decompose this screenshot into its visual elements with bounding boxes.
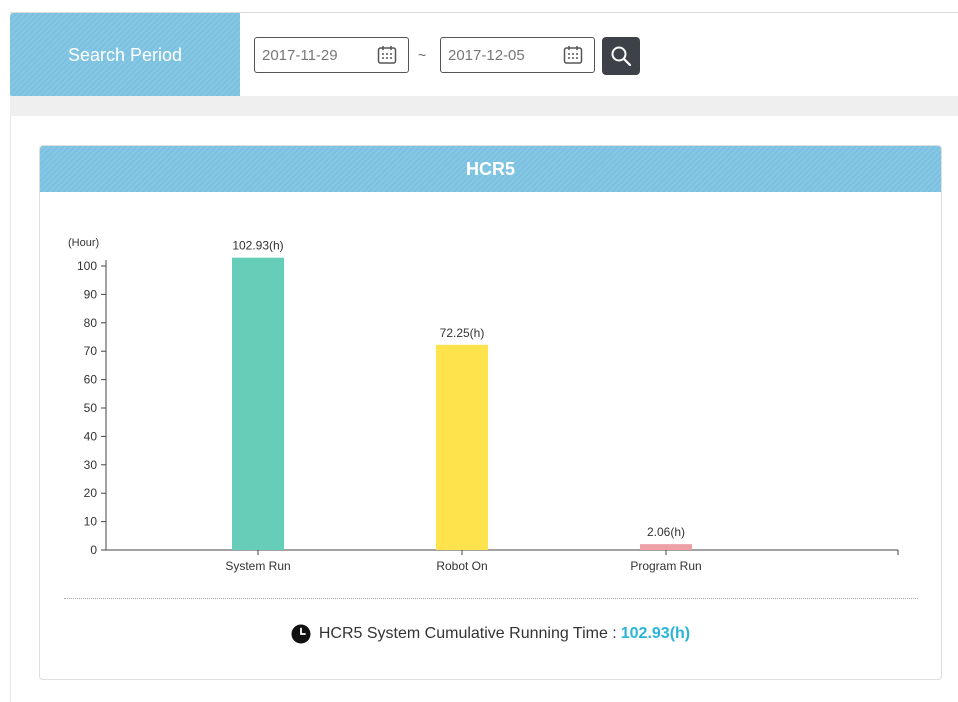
calendar-icon[interactable]: [377, 45, 397, 65]
data-label: 102.93(h): [232, 239, 283, 253]
search-icon: [611, 46, 632, 67]
start-date-input[interactable]: 2017-11-29: [254, 37, 409, 73]
y-tick-label: 100: [77, 259, 97, 273]
cumulative-time-summary: HCR5 System Cumulative Running Time : 10…: [40, 624, 941, 644]
data-label: 2.06(h): [647, 525, 685, 539]
end-date-value: 2017-12-05: [448, 46, 525, 64]
clock-icon: [291, 624, 311, 644]
y-tick-label: 40: [84, 429, 98, 443]
calendar-icon[interactable]: [563, 45, 583, 65]
bar-program-run: [640, 544, 692, 550]
y-tick-label: 80: [84, 316, 98, 330]
y-axis-label: (Hour): [68, 237, 99, 249]
x-tick-label: Robot On: [436, 559, 487, 573]
y-tick-label: 70: [84, 344, 98, 358]
search-button[interactable]: [602, 37, 640, 75]
x-tick-label: System Run: [225, 559, 290, 573]
y-tick-label: 10: [84, 515, 98, 529]
y-tick-label: 50: [84, 401, 98, 415]
y-tick-label: 90: [84, 287, 98, 301]
bar-robot-on: [436, 344, 488, 550]
cumulative-time-value: 102.93(h): [620, 625, 691, 642]
start-date-value: 2017-11-29: [262, 46, 338, 64]
bar-system-run: [232, 257, 284, 550]
y-tick-label: 20: [84, 486, 98, 500]
search-bar: Search Period 2017-11-29 ~ 2017-12-05: [10, 12, 958, 97]
y-tick-label: 0: [90, 543, 97, 557]
search-period-label: Search Period: [10, 13, 240, 97]
cumulative-time-label: HCR5 System Cumulative Running Time :: [318, 625, 617, 642]
y-tick-label: 30: [84, 458, 98, 472]
data-label: 72.25(h): [440, 326, 485, 340]
x-tick-label: Program Run: [630, 559, 701, 573]
date-separator: ~: [418, 47, 427, 63]
bar-chart: (Hour) 0 10 20 30 40 50 60 70 80 90 100 System Run 10…: [68, 237, 899, 573]
end-date-input[interactable]: 2017-12-05: [440, 37, 595, 73]
footer-divider: [64, 598, 918, 599]
y-tick-label: 60: [84, 373, 98, 387]
chart-panel: HCR5 (Hour) 0 10 20 30 40 50 60 70 80 90 100 System …: [39, 145, 942, 680]
header-divider: [10, 96, 958, 116]
